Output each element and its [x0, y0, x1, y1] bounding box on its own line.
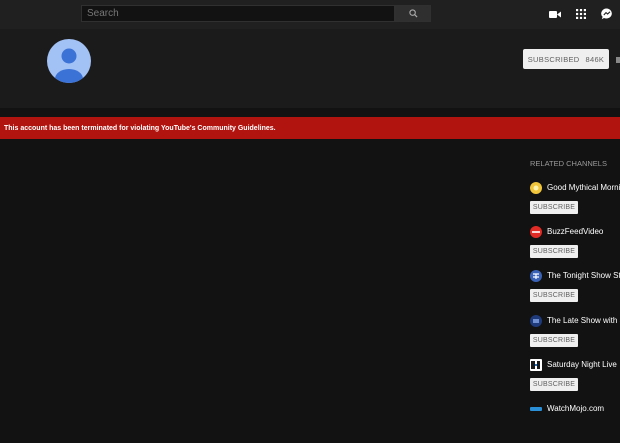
subscribe-button[interactable]: SUBSCRIBE — [530, 334, 578, 347]
related-channel-name[interactable]: BuzzFeedVideo — [547, 227, 603, 236]
buzzfeed-icon[interactable] — [530, 226, 542, 238]
tonight-show-icon[interactable] — [530, 270, 542, 282]
avatar — [47, 39, 91, 83]
related-channel-name[interactable]: WatchMojo.com — [547, 404, 604, 413]
related-channel-item: Saturday Night Live SUBSCRIBE — [530, 359, 620, 399]
related-channel-name[interactable]: Good Mythical Morni — [547, 183, 620, 192]
related-channel-name[interactable]: Saturday Night Live — [547, 360, 617, 369]
termination-banner: This account has been terminated for vio… — [0, 117, 620, 139]
search-icon — [408, 9, 418, 18]
subscribe-button[interactable]: SUBSCRIBE — [530, 289, 578, 302]
subscribed-button[interactable]: SUBSCRIBED 846K — [523, 49, 609, 69]
subscribed-label: SUBSCRIBED — [527, 54, 580, 64]
good-mythical-morning-icon[interactable] — [530, 182, 542, 194]
channel-header: SUBSCRIBED 846K — [0, 29, 620, 108]
related-channel-item: WatchMojo.com — [530, 403, 620, 443]
create-video-button[interactable] — [548, 7, 562, 21]
late-show-icon[interactable] — [530, 315, 542, 327]
apps-grid-icon — [576, 9, 586, 19]
related-channels-title: RELATED CHANNELS — [530, 159, 607, 168]
search-button[interactable] — [395, 5, 431, 22]
video-camera-icon — [549, 10, 561, 18]
subscriber-count: 846K — [585, 54, 605, 64]
search-input[interactable] — [81, 5, 395, 22]
snl-icon[interactable] — [530, 359, 542, 371]
subscribe-button[interactable]: SUBSCRIBE — [530, 201, 578, 214]
subscribe-button[interactable]: SUBSCRIBE — [530, 245, 578, 258]
related-channel-name[interactable]: The Tonight Show Sta — [547, 271, 620, 280]
notification-bell-icon[interactable] — [616, 57, 620, 63]
chat-bubble-icon — [601, 8, 612, 20]
subscribe-button[interactable]: SUBSCRIBE — [530, 378, 578, 391]
banner-message: This account has been terminated for vio… — [4, 124, 276, 132]
related-channel-item: BuzzFeedVideo SUBSCRIBE — [530, 226, 620, 266]
top-bar — [0, 0, 620, 29]
related-channel-item: The Late Show with S SUBSCRIBE — [530, 315, 620, 355]
default-avatar-icon — [55, 48, 83, 83]
messages-button[interactable] — [600, 7, 614, 21]
related-channel-item: The Tonight Show Sta SUBSCRIBE — [530, 270, 620, 310]
watchmojo-icon[interactable] — [530, 403, 542, 415]
related-channel-name[interactable]: The Late Show with S — [547, 316, 620, 325]
apps-button[interactable] — [574, 7, 588, 21]
related-channel-item: Good Mythical Morni SUBSCRIBE — [530, 182, 620, 222]
